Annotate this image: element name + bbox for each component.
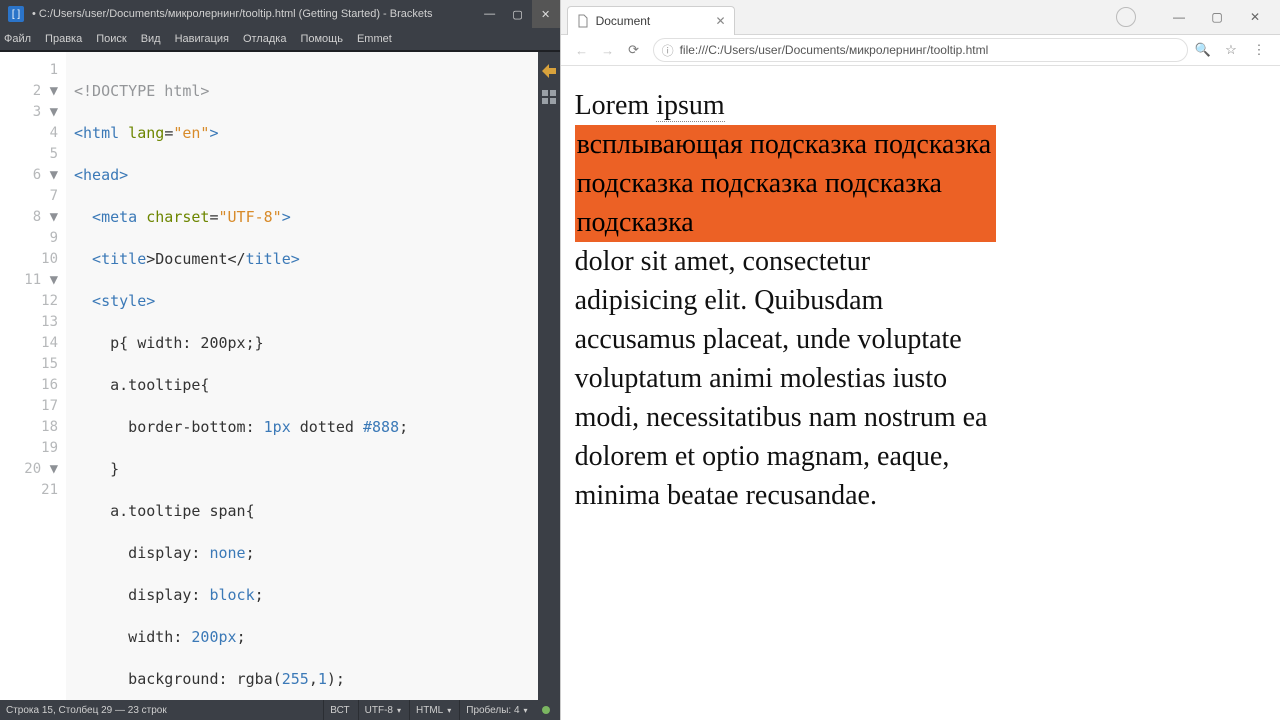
indent-mode[interactable]: Пробелы: 4 [459, 700, 533, 720]
browser-maximize-button[interactable]: ▢ [1198, 3, 1236, 31]
site-info-icon[interactable]: ⓘ [662, 42, 674, 59]
cursor-position: Строка 15, Столбец 29 — 23 строк [6, 705, 167, 716]
menu-icon[interactable]: ⋮ [1246, 37, 1272, 63]
user-avatar-icon[interactable] [1116, 7, 1136, 27]
menu-view[interactable]: Вид [141, 33, 161, 45]
code-content[interactable]: <!DOCTYPE html> <html lang="en"> <head> … [66, 52, 538, 700]
language-mode[interactable]: HTML [409, 700, 457, 720]
menu-navigate[interactable]: Навигация [175, 33, 229, 45]
chrome-window: Document ✕ — ▢ ✕ ← → ⟳ ⓘ file:///C:/User… [560, 0, 1280, 720]
encoding[interactable]: UTF-8 [358, 700, 407, 720]
extension-manager-icon[interactable] [540, 88, 558, 106]
menu-search[interactable]: Поиск [96, 33, 126, 45]
line-gutter: 1 2 ▼ 3 ▼ 4 5 6 ▼ 7 8 ▼ 9 10 11 ▼ 12 13 … [0, 52, 66, 700]
text-post: dolor sit amet, consectetur adipisicing … [575, 246, 988, 511]
address-bar[interactable]: ⓘ file:///C:/Users/user/Documents/микрол… [653, 38, 1188, 62]
insert-mode[interactable]: ВСТ [323, 700, 355, 720]
close-button[interactable]: ✕ [532, 0, 560, 28]
browser-close-button[interactable]: ✕ [1236, 3, 1274, 31]
editor-area[interactable]: 1 2 ▼ 3 ▼ 4 5 6 ▼ 7 8 ▼ 9 10 11 ▼ 12 13 … [0, 52, 560, 700]
live-preview-icon[interactable] [540, 62, 558, 80]
zoom-icon[interactable]: 🔍 [1190, 37, 1216, 63]
bookmark-icon[interactable]: ☆ [1218, 37, 1244, 63]
tab-close-icon[interactable]: ✕ [716, 14, 726, 28]
browser-toolbar: ← → ⟳ ⓘ file:///C:/Users/user/Documents/… [561, 35, 1280, 66]
menu-edit[interactable]: Правка [45, 33, 82, 45]
tooltip-anchor[interactable]: ipsum [656, 90, 724, 122]
browser-minimize-button[interactable]: — [1160, 3, 1198, 31]
forward-button[interactable]: → [595, 37, 621, 63]
brackets-statusbar: Строка 15, Столбец 29 — 23 строк ВСТ UTF… [0, 700, 560, 720]
menu-debug[interactable]: Отладка [243, 33, 286, 45]
brackets-titlebar: [ ] • C:/Users/user/Documents/микролерни… [0, 0, 560, 28]
menu-emmet[interactable]: Emmet [357, 33, 392, 45]
brackets-window: [ ] • C:/Users/user/Documents/микролерни… [0, 0, 560, 720]
minimize-button[interactable]: — [476, 0, 504, 28]
paragraph: Lorem ipsum всплывающая подсказка подска… [575, 86, 995, 515]
back-button[interactable]: ← [569, 37, 595, 63]
reload-button[interactable]: ⟳ [621, 37, 647, 63]
page-viewport[interactable]: Lorem ipsum всплывающая подсказка подска… [561, 66, 1280, 720]
tab-title: Document [596, 14, 651, 28]
browser-tab[interactable]: Document ✕ [567, 6, 735, 35]
right-toolbar [538, 52, 560, 700]
menu-file[interactable]: Файл [4, 33, 31, 45]
linting-status-icon[interactable] [542, 706, 550, 714]
window-title: • C:/Users/user/Documents/микролернинг/t… [32, 8, 476, 20]
brackets-menu: Файл Правка Поиск Вид Навигация Отладка … [0, 28, 560, 50]
url-text: file:///C:/Users/user/Documents/микролер… [680, 43, 989, 57]
file-icon [576, 14, 590, 28]
text-pre: Lorem [575, 90, 657, 121]
tooltip-popup: всплывающая подсказка подсказка подсказк… [575, 125, 996, 242]
menu-help[interactable]: Помощь [300, 33, 343, 45]
maximize-button[interactable]: ▢ [504, 0, 532, 28]
brackets-app-icon: [ ] [8, 6, 24, 22]
browser-tabbar: Document ✕ — ▢ ✕ [561, 0, 1280, 35]
